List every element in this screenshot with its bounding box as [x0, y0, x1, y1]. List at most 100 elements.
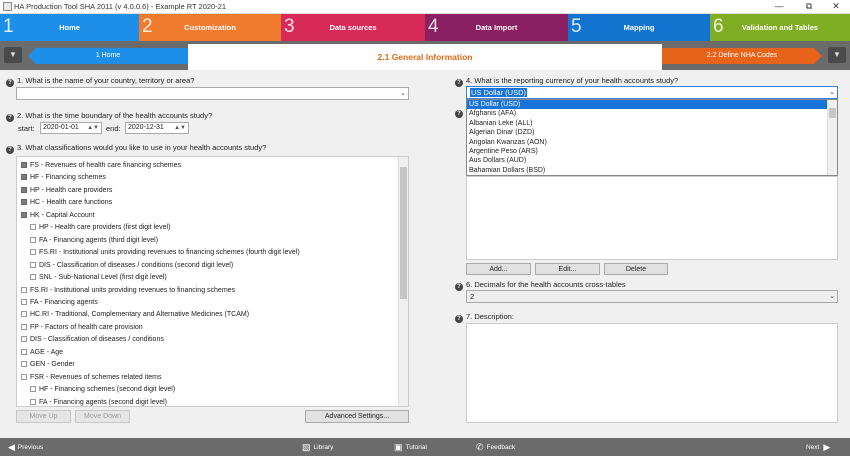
scrollbar-thumb[interactable]	[829, 108, 836, 118]
checkbox[interactable]	[30, 274, 36, 281]
previous-button[interactable]: ◀ Previous	[8, 441, 43, 453]
help-icon[interactable]: ?	[6, 114, 14, 122]
minimize-button[interactable]: —	[765, 0, 793, 14]
previous-substep-tab[interactable]: 1 Home	[28, 48, 188, 64]
library-button[interactable]: ▧ Library	[302, 441, 333, 453]
checkbox[interactable]	[21, 199, 27, 206]
edit-currency-button[interactable]: Edit...	[535, 263, 600, 275]
checkbox[interactable]	[30, 249, 36, 256]
checkbox[interactable]	[21, 211, 27, 218]
arrow-left-icon: ◀	[8, 442, 15, 452]
step-label: Customization	[184, 23, 236, 32]
help-icon[interactable]: ?	[455, 110, 463, 118]
currency-option[interactable]: Bahamian Dollars (BSD)	[467, 166, 837, 175]
currency-option[interactable]: Argentine Peso (ARS)	[467, 147, 837, 156]
start-date-picker[interactable]: 2020-01-01 ▲▼	[40, 122, 102, 134]
checkbox[interactable]	[21, 311, 27, 318]
advanced-settings-button[interactable]: Advanced Settings...	[305, 410, 409, 423]
step-label: Validation and Tables	[741, 23, 819, 32]
classification-item[interactable]: HP - Health care providers	[21, 185, 112, 197]
tutorial-button[interactable]: ▣ Tutorial	[394, 441, 427, 453]
classification-item[interactable]: FS.RI - Institutional units providing re…	[21, 285, 235, 297]
classification-item[interactable]: HK - Capital Account	[21, 210, 95, 222]
classification-item[interactable]: FSR - Revenues of schemes related items	[21, 372, 162, 384]
help-icon[interactable]: ?	[6, 79, 14, 87]
next-button[interactable]: Next ▶	[806, 441, 833, 453]
window-title: HA Production Tool SHA 2011 (v 4.0.0.6) …	[14, 2, 227, 11]
checkbox[interactable]	[21, 373, 27, 380]
country-select[interactable]: ⌄	[16, 87, 409, 100]
currency-option[interactable]: Angolan Kwanzas (AON)	[467, 138, 837, 147]
help-icon[interactable]: ?	[455, 283, 463, 291]
add-currency-button[interactable]: Add...	[466, 263, 531, 275]
maximize-button[interactable]: ⧉	[795, 0, 823, 14]
checkbox[interactable]	[21, 361, 27, 368]
checkbox[interactable]	[21, 323, 27, 330]
classification-item-label: HP - Health care providers	[30, 186, 113, 194]
classification-item-label: FS.RI - Institutional units providing re…	[30, 286, 236, 294]
tree-scrollbar[interactable]	[398, 157, 408, 406]
move-up-button[interactable]: Move Up	[16, 410, 71, 423]
currency-option[interactable]: US Dollar (USD)	[467, 100, 837, 110]
currency-option[interactable]: Afghanis (AFA)	[467, 109, 837, 118]
checkbox[interactable]	[30, 224, 36, 231]
checkbox[interactable]	[30, 398, 36, 405]
collapse-left-button[interactable]: ▼	[4, 47, 22, 63]
help-icon[interactable]: ?	[6, 146, 14, 154]
currency-dropdown-list[interactable]: US Dollar (USD) Afghanis (AFA) Albanian Le…	[466, 99, 838, 176]
step-data-import-tab[interactable]: 4 Data Import	[425, 14, 568, 41]
classification-item[interactable]: DIS - Classification of diseases / condi…	[21, 334, 164, 346]
checkbox[interactable]	[30, 261, 36, 268]
classification-item[interactable]: HC - Health care functions	[21, 197, 112, 209]
checkbox[interactable]	[21, 174, 27, 181]
currency-option[interactable]: Algerian Dinar (DZD)	[467, 128, 837, 137]
classification-item-label: FS.RI - Institutional units providing re…	[39, 249, 300, 257]
step-customization-tab[interactable]: 2 Customization	[139, 14, 281, 41]
delete-currency-button[interactable]: Delete	[604, 263, 668, 275]
description-textarea[interactable]	[466, 323, 838, 423]
classification-item[interactable]: FA - Financing agents (second digit leve…	[30, 397, 167, 406]
classification-item[interactable]: HP - Health care providers (first digit …	[30, 222, 170, 234]
currency-select[interactable]: US Dollar (USD) ⌄	[466, 86, 838, 99]
step-home-tab[interactable]: 1 Home	[0, 14, 139, 41]
classification-item[interactable]: DIS - Classification of diseases / condi…	[30, 260, 233, 272]
checkbox[interactable]	[21, 186, 27, 193]
classification-tree[interactable]: FS - Revenues of health care financing s…	[16, 156, 409, 407]
classification-item[interactable]: FP - Factors of health care provision	[21, 322, 143, 334]
classification-item[interactable]: GEN - Gender	[21, 359, 75, 371]
checkbox[interactable]	[21, 348, 27, 355]
checkbox[interactable]	[30, 236, 36, 243]
classification-item[interactable]: FA - Financing agents (third digit level…	[30, 235, 158, 247]
classification-item[interactable]: FA - Financing agents	[21, 297, 98, 309]
decimals-select[interactable]: 2 ⌄	[466, 290, 838, 303]
step-mapping-tab[interactable]: 5 Mapping	[568, 14, 710, 41]
checkbox[interactable]	[21, 298, 27, 305]
currency-list-scrollbar[interactable]	[827, 100, 837, 175]
classification-item[interactable]: HC.RI - Traditional, Complementary and A…	[21, 309, 249, 321]
currency-option[interactable]: Aus Dollars (AUD)	[467, 156, 837, 165]
checkbox[interactable]	[21, 162, 27, 168]
step-data-sources-tab[interactable]: 3 Data sources	[281, 14, 425, 41]
currency-option[interactable]: Albanian Leke (ALL)	[467, 119, 837, 128]
close-button[interactable]: ✕	[822, 0, 850, 14]
collapse-right-button[interactable]: ▼	[828, 47, 846, 63]
classification-item[interactable]: FS.RI - Institutional units providing re…	[30, 247, 300, 259]
checkbox[interactable]	[30, 386, 36, 393]
end-date-picker[interactable]: 2020-12-31 ▲▼	[125, 122, 189, 134]
classification-item[interactable]: HF - Financing schemes	[21, 172, 106, 184]
step-validation-tab[interactable]: 6 Validation and Tables	[710, 14, 850, 41]
feedback-button[interactable]: ✆ Feedback	[476, 441, 515, 453]
help-icon[interactable]: ?	[455, 315, 463, 323]
next-substep-tab[interactable]: 2.2 Define NHA Codes	[662, 48, 822, 64]
classification-item[interactable]: AGE - Age	[21, 347, 63, 359]
sub-navigation: ▼ 1 Home 2.1 General Information 2.2 Def…	[0, 41, 850, 70]
classification-item[interactable]: FS - Revenues of health care financing s…	[21, 160, 181, 172]
help-icon[interactable]: ?	[455, 79, 463, 87]
checkbox[interactable]	[21, 286, 27, 293]
classification-item[interactable]: SNL - Sub-National Level (first digit le…	[30, 272, 167, 284]
move-down-button[interactable]: Move Down	[75, 410, 130, 423]
current-substep-title: 2.1 General Information	[377, 52, 473, 62]
classification-item[interactable]: HF - Financing schemes (second digit lev…	[30, 384, 175, 396]
checkbox[interactable]	[21, 336, 27, 343]
scrollbar-thumb[interactable]	[400, 167, 407, 299]
